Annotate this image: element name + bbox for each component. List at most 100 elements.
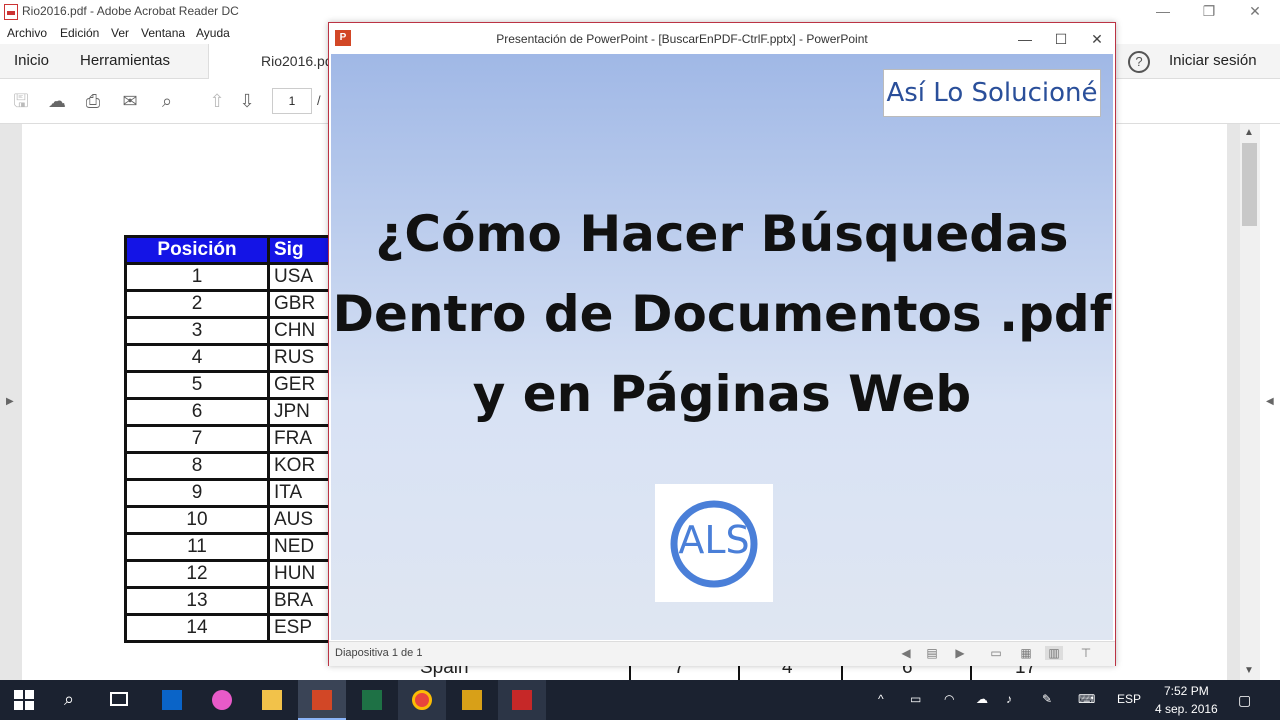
taskbar-excel[interactable] bbox=[348, 680, 396, 720]
taskbar-explorer[interactable] bbox=[248, 680, 296, 720]
clock-time[interactable]: 7:52 PM bbox=[1164, 684, 1209, 698]
menu-ventana[interactable]: Ventana bbox=[141, 26, 185, 40]
table-row: 10 AUS bbox=[124, 505, 334, 535]
acrobat-icon bbox=[512, 690, 532, 710]
next-page-icon[interactable]: ⇩ bbox=[235, 90, 259, 112]
headline-line-1: ¿Cómo Hacer Búsquedas bbox=[375, 205, 1069, 263]
taskbar-app[interactable] bbox=[448, 680, 496, 720]
onedrive-icon[interactable]: ☁ bbox=[976, 692, 988, 706]
clock-date[interactable]: 4 sep. 2016 bbox=[1155, 702, 1218, 716]
logo-text: ALS bbox=[678, 518, 750, 562]
prev-page-icon[interactable]: ⇧ bbox=[205, 90, 229, 112]
table-row: 8 KOR bbox=[124, 451, 334, 481]
table-row: 2 GBR bbox=[124, 289, 334, 319]
search-taskbar-button[interactable]: ⌕ bbox=[48, 680, 96, 720]
right-panel-toggle-icon[interactable]: ◀ bbox=[1266, 396, 1274, 407]
app-icon bbox=[462, 690, 482, 710]
action-center-icon[interactable]: ▢ bbox=[1238, 692, 1251, 709]
task-view-button[interactable] bbox=[96, 680, 144, 720]
acrobat-titlebar: Rio2016.pdf - Adobe Acrobat Reader DC — … bbox=[0, 0, 1280, 22]
ppt-maximize-icon[interactable]: ☐ bbox=[1043, 27, 1079, 51]
table-row: 1 USA bbox=[124, 262, 334, 292]
taskbar: ⌕ ^ ▭ ◠ ☁ ♪ ✎ ⌨ ESP 7:52 PM 4 sep. 2016 … bbox=[0, 680, 1280, 720]
save-icon[interactable]: 🖫 bbox=[9, 90, 33, 112]
taskbar-search-icon: ⌕ bbox=[64, 689, 75, 709]
left-panel-toggle-icon[interactable]: ▶ bbox=[6, 396, 14, 407]
code-cell: HUN bbox=[267, 559, 334, 589]
slide-headline: ¿Cómo Hacer Búsquedas Dentro de Document… bbox=[331, 194, 1113, 434]
battery-icon[interactable]: ▭ bbox=[910, 692, 921, 706]
ppt-minimize-icon[interactable]: — bbox=[1007, 27, 1043, 51]
show-hidden-icons-icon[interactable]: ^ bbox=[878, 692, 884, 706]
slide-sorter-icon[interactable]: ▦ bbox=[1017, 646, 1035, 660]
header-position: Posición bbox=[124, 235, 270, 265]
taskbar-chrome[interactable] bbox=[398, 680, 446, 720]
language-indicator[interactable]: ESP bbox=[1117, 692, 1141, 706]
code-cell: ESP bbox=[267, 613, 334, 643]
table-row: 11 NED bbox=[124, 532, 334, 562]
taskbar-powerpoint[interactable] bbox=[298, 680, 346, 720]
signin-link[interactable]: Iniciar sesión bbox=[1169, 52, 1257, 69]
notes-icon[interactable]: ▤ bbox=[923, 646, 941, 660]
position-cell: 11 bbox=[124, 532, 270, 562]
code-cell: KOR bbox=[267, 451, 334, 481]
wifi-icon[interactable]: ◠ bbox=[944, 692, 954, 706]
position-cell: 13 bbox=[124, 586, 270, 616]
taskbar-outlook[interactable] bbox=[148, 680, 196, 720]
headline-line-2: Dentro de Documentos .pdf bbox=[332, 285, 1112, 343]
document-tab-label: Rio2016.pdf bbox=[261, 53, 337, 69]
table-row: 4 RUS bbox=[124, 343, 334, 373]
print-icon[interactable]: ⎙ bbox=[81, 90, 105, 112]
search-icon[interactable]: ⌕ bbox=[155, 90, 179, 112]
windows-logo-icon bbox=[14, 690, 34, 710]
menu-edicion[interactable]: Edición bbox=[60, 26, 99, 40]
menu-ayuda[interactable]: Ayuda bbox=[196, 26, 230, 40]
upload-cloud-icon[interactable]: ☁ bbox=[45, 90, 69, 112]
table-row: 5 GER bbox=[124, 370, 334, 400]
scroll-up-icon[interactable]: ▲ bbox=[1244, 127, 1254, 138]
position-cell: 5 bbox=[124, 370, 270, 400]
slide: Así Lo Solucioné ¿Cómo Hacer Búsquedas D… bbox=[331, 54, 1113, 640]
task-view-icon bbox=[110, 692, 128, 706]
email-icon[interactable]: ✉ bbox=[118, 90, 142, 112]
help-icon[interactable]: ? bbox=[1128, 51, 1150, 73]
next-slide-icon[interactable]: ▶ bbox=[951, 646, 969, 660]
volume-icon[interactable]: ♪ bbox=[1006, 692, 1012, 706]
menu-ver[interactable]: Ver bbox=[111, 26, 129, 40]
table-header-row: Posición Sig bbox=[124, 235, 334, 265]
chrome-icon bbox=[412, 690, 432, 710]
excel-icon bbox=[362, 690, 382, 710]
tab-herramientas[interactable]: Herramientas bbox=[80, 52, 170, 69]
table-row: 12 HUN bbox=[124, 559, 334, 589]
ppt-close-icon[interactable]: ✕ bbox=[1079, 27, 1115, 51]
restore-icon[interactable]: ❐ bbox=[1186, 0, 1232, 22]
menu-archivo[interactable]: Archivo bbox=[7, 26, 47, 40]
start-button[interactable] bbox=[0, 680, 48, 720]
code-cell: AUS bbox=[267, 505, 334, 535]
code-cell: USA bbox=[267, 262, 334, 292]
minimize-icon[interactable]: — bbox=[1140, 0, 1186, 22]
table-row: 7 FRA bbox=[124, 424, 334, 454]
page-number-input[interactable]: 1 bbox=[272, 88, 312, 114]
outlook-icon bbox=[162, 690, 182, 710]
taskbar-itunes[interactable] bbox=[198, 680, 246, 720]
pen-icon[interactable]: ✎ bbox=[1042, 692, 1052, 706]
scrollbar-thumb[interactable] bbox=[1242, 143, 1257, 226]
position-cell: 7 bbox=[124, 424, 270, 454]
position-cell: 14 bbox=[124, 613, 270, 643]
close-icon[interactable]: ✕ bbox=[1232, 0, 1278, 22]
normal-view-icon[interactable]: ▭ bbox=[987, 646, 1005, 660]
powerpoint-icon bbox=[312, 690, 332, 710]
scroll-down-icon[interactable]: ▼ bbox=[1244, 665, 1254, 676]
slideshow-icon[interactable]: ⊤ bbox=[1077, 646, 1095, 660]
reading-view-icon[interactable]: ▥ bbox=[1045, 646, 1063, 660]
medal-table: Posición Sig 1 USA 2 GBR 3 CHN 4 RUS 5 GER 6 JPN 7 FR… bbox=[124, 235, 334, 643]
powerpoint-window[interactable]: P Presentación de PowerPoint - [BuscarEn… bbox=[328, 22, 1116, 666]
keyboard-icon[interactable]: ⌨ bbox=[1078, 692, 1095, 706]
taskbar-acrobat[interactable] bbox=[498, 680, 546, 720]
previous-slide-icon[interactable]: ◀ bbox=[897, 646, 915, 660]
code-cell: NED bbox=[267, 532, 334, 562]
table-row: 13 BRA bbox=[124, 586, 334, 616]
tab-inicio[interactable]: Inicio bbox=[14, 52, 49, 69]
headline-line-3: y en Páginas Web bbox=[472, 365, 972, 423]
